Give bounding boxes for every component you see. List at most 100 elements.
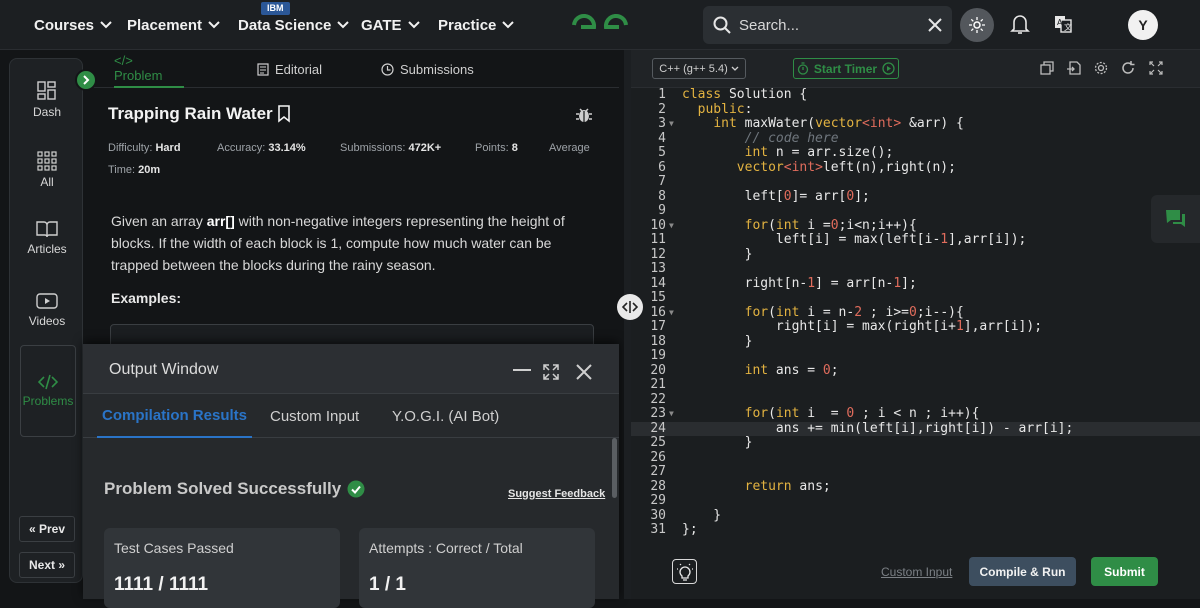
fold-arrow-icon[interactable]: ▼ xyxy=(669,117,674,132)
translate-icon[interactable]: A文 xyxy=(1054,15,1072,33)
collapse-panel-button[interactable] xyxy=(75,69,97,91)
code-text[interactable]: } xyxy=(682,508,721,524)
code-text[interactable]: for(int i = n-2 ; i>=0;i--){ xyxy=(682,305,964,321)
code-text[interactable]: return ans; xyxy=(682,479,831,495)
code-text[interactable]: public: xyxy=(682,102,753,118)
code-line[interactable]: 14 right[n-1] = arr[n-1]; xyxy=(631,276,1200,292)
gfg-logo[interactable] xyxy=(570,11,630,39)
code-text[interactable]: int maxWater(vector<int> &arr) { xyxy=(682,116,964,132)
suggest-feedback-link[interactable]: Suggest Feedback xyxy=(508,488,605,500)
code-line[interactable]: 2 public: xyxy=(631,102,1200,118)
code-text[interactable]: for(int i = 0 ; i < n ; i++){ xyxy=(682,406,980,422)
fold-arrow-icon[interactable]: ▼ xyxy=(669,407,674,422)
code-line[interactable]: 12 } xyxy=(631,247,1200,263)
code-line[interactable]: 16 for(int i = n-2 ; i>=0;i--){▼ xyxy=(631,305,1200,321)
fold-arrow-icon[interactable]: ▼ xyxy=(669,306,674,321)
tab-problem[interactable]: </> Problem xyxy=(114,50,184,88)
code-text[interactable]: } xyxy=(682,247,753,263)
code-line[interactable]: 10 for(int i =0;i<n;i++){▼ xyxy=(631,218,1200,234)
code-line[interactable]: 8 left[0]= arr[0]; xyxy=(631,189,1200,205)
code-text[interactable]: } xyxy=(682,334,753,350)
rail-item-all[interactable]: All xyxy=(10,139,84,201)
code-line[interactable]: 11 left[i] = max(left[i-1],arr[i]); xyxy=(631,232,1200,248)
code-line[interactable]: 19 xyxy=(631,348,1200,364)
code-line[interactable]: 17 right[i] = max(right[i+1],arr[i]); xyxy=(631,319,1200,335)
code-text[interactable]: int ans = 0; xyxy=(682,363,839,379)
bell-icon[interactable] xyxy=(1010,13,1030,35)
code-line[interactable]: 13 xyxy=(631,261,1200,277)
user-avatar[interactable]: Y xyxy=(1128,10,1158,40)
language-select[interactable]: C++ (g++ 5.4) xyxy=(652,58,746,79)
code-text[interactable]: }; xyxy=(682,522,698,538)
hint-button[interactable] xyxy=(672,559,697,584)
code-line[interactable]: 3 int maxWater(vector<int> &arr) {▼ xyxy=(631,116,1200,132)
code-text[interactable]: vector<int>left(n),right(n); xyxy=(682,160,956,176)
code-text[interactable]: left[0]= arr[0]; xyxy=(682,189,870,205)
code-line[interactable]: 18 } xyxy=(631,334,1200,350)
next-button[interactable]: Next » xyxy=(19,552,75,578)
minimize-icon[interactable] xyxy=(513,368,531,372)
code-line[interactable]: 15 xyxy=(631,290,1200,306)
code-line[interactable]: 27 xyxy=(631,464,1200,480)
code-line[interactable]: 1 class Solution { xyxy=(631,87,1200,103)
code-text[interactable]: right[n-1] = arr[n-1]; xyxy=(682,276,917,292)
fold-arrow-icon[interactable]: ▼ xyxy=(669,219,674,234)
nav-data-science[interactable]: Data Science xyxy=(238,0,350,50)
settings-icon[interactable] xyxy=(1094,61,1108,75)
code-text[interactable]: right[i] = max(right[i+1],arr[i]); xyxy=(682,319,1042,335)
code-line[interactable]: 21 xyxy=(631,377,1200,393)
import-file-icon[interactable] xyxy=(1067,61,1081,75)
theme-toggle-button[interactable] xyxy=(960,8,994,42)
code-text[interactable]: for(int i =0;i<n;i++){ xyxy=(682,218,917,234)
prev-button[interactable]: « Prev xyxy=(19,516,75,542)
code-text[interactable]: left[i] = max(left[i-1],arr[i]); xyxy=(682,232,1026,248)
nav-placement[interactable]: Placement xyxy=(127,0,220,50)
bookmark-icon[interactable] xyxy=(277,105,291,123)
nav-gate[interactable]: GATE xyxy=(361,0,420,50)
chat-button[interactable] xyxy=(1151,195,1200,243)
code-line[interactable]: 28 return ans; xyxy=(631,479,1200,495)
code-line[interactable]: 22 xyxy=(631,392,1200,408)
close-icon[interactable] xyxy=(576,364,592,380)
code-line[interactable]: 7 xyxy=(631,174,1200,190)
output-scrollbar[interactable] xyxy=(612,438,617,498)
code-line[interactable]: 30 } xyxy=(631,508,1200,524)
fullscreen-icon[interactable] xyxy=(1149,61,1163,75)
expand-icon[interactable] xyxy=(543,364,559,380)
code-text[interactable]: ans += min(left[i],right[i]) - arr[i]; xyxy=(682,421,1073,437)
code-text[interactable]: } xyxy=(682,435,753,451)
tab-compilation-results[interactable]: Compilation Results xyxy=(97,394,252,438)
code-text[interactable]: class Solution { xyxy=(682,87,807,103)
code-line[interactable]: 23 for(int i = 0 ; i < n ; i++){▼ xyxy=(631,406,1200,422)
code-line[interactable]: 5 int n = arr.size(); xyxy=(631,145,1200,161)
panel-splitter[interactable] xyxy=(624,50,631,599)
submit-button[interactable]: Submit xyxy=(1091,557,1158,586)
rail-item-problems[interactable]: Problems xyxy=(20,345,76,437)
code-line[interactable]: 20 int ans = 0; xyxy=(631,363,1200,379)
tab-custom-input[interactable]: Custom Input xyxy=(270,394,359,438)
code-area[interactable]: 1 class Solution {2 public: 3 int maxWater… xyxy=(631,87,1200,545)
rail-item-articles[interactable]: Articles xyxy=(10,207,84,269)
code-line[interactable]: 6 vector<int>left(n),right(n); xyxy=(631,160,1200,176)
tab-editorial[interactable]: Editorial xyxy=(257,50,322,88)
tab-submissions[interactable]: Submissions xyxy=(381,50,474,88)
search-bar[interactable]: Search... xyxy=(703,6,952,44)
code-line[interactable]: 31}; xyxy=(631,522,1200,538)
tab-yogi-ai-bot[interactable]: Y.O.G.I. (AI Bot) xyxy=(392,394,499,438)
code-line[interactable]: 29 xyxy=(631,493,1200,509)
code-text[interactable]: // code here xyxy=(682,131,839,147)
clear-search-icon[interactable] xyxy=(928,18,942,32)
code-line[interactable]: 26 xyxy=(631,450,1200,466)
reset-icon[interactable] xyxy=(1121,61,1135,75)
search-input[interactable]: Search... xyxy=(739,17,920,34)
nav-courses[interactable]: Courses xyxy=(34,0,112,50)
compile-run-button[interactable]: Compile & Run xyxy=(969,557,1076,586)
bug-report-icon[interactable] xyxy=(575,106,593,124)
code-line[interactable]: 25 } xyxy=(631,435,1200,451)
nav-practice[interactable]: Practice xyxy=(438,0,515,50)
start-timer-button[interactable]: Start Timer xyxy=(793,58,899,79)
splitter-handle[interactable] xyxy=(617,294,643,320)
copy-icon[interactable] xyxy=(1040,61,1054,75)
rail-item-dash[interactable]: Dash xyxy=(10,69,84,131)
code-line[interactable]: 4 // code here xyxy=(631,131,1200,147)
